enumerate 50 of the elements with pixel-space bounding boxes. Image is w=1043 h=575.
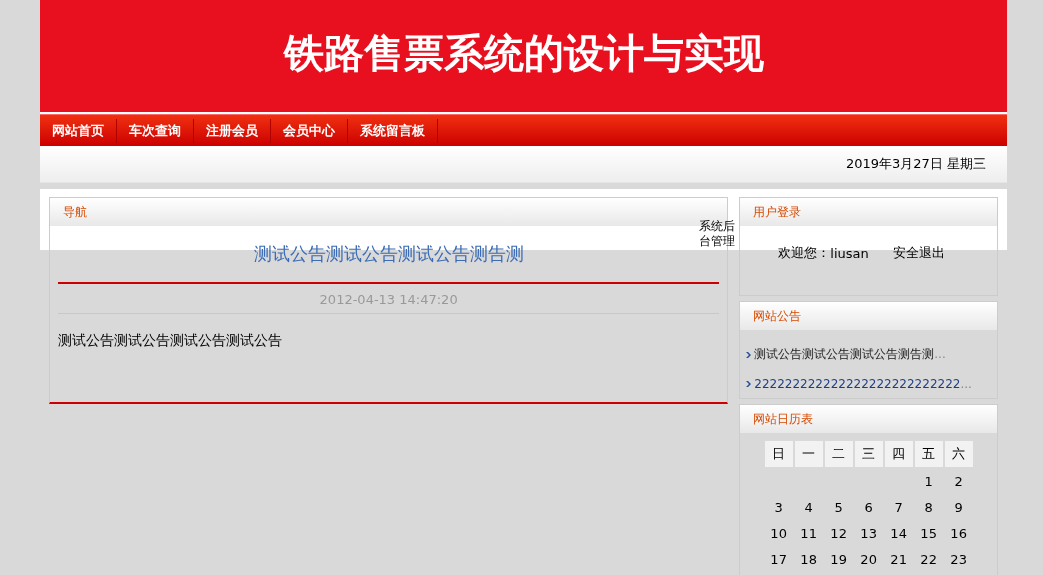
nav-link[interactable]: 车次查询 bbox=[117, 118, 194, 143]
weekday-header: 六 bbox=[944, 441, 973, 467]
panel-title: 导航 bbox=[63, 203, 87, 221]
username: liusan bbox=[830, 245, 869, 261]
calendar-day[interactable]: 3 bbox=[764, 495, 793, 519]
calendar-day[interactable]: 7 bbox=[884, 495, 913, 519]
calendar-day[interactable]: 17 bbox=[764, 547, 793, 571]
notice-link[interactable]: 222222222222222222222222222... bbox=[754, 376, 972, 391]
calendar-day[interactable]: 8 bbox=[914, 495, 943, 519]
calendar-day[interactable]: 9 bbox=[944, 495, 973, 519]
calendar-day[interactable]: 10 bbox=[764, 521, 793, 545]
weekday-header: 一 bbox=[794, 441, 823, 467]
weekday-header: 四 bbox=[884, 441, 913, 467]
site-title: 铁路售票系统的设计与实现 bbox=[283, 29, 764, 78]
calendar-day[interactable]: 19 bbox=[824, 547, 853, 571]
weekday-header: 五 bbox=[914, 441, 943, 467]
calendar-day[interactable]: 5 bbox=[824, 495, 853, 519]
nav-link[interactable]: 会员中心 bbox=[271, 118, 348, 143]
notice-body: 测试公告测试公告测试公告测试公告 bbox=[58, 332, 283, 350]
panel-title: 用户登录 bbox=[753, 203, 802, 221]
panel-title: 网站日历表 bbox=[753, 410, 814, 428]
nav-link[interactable]: 网站首页 bbox=[40, 118, 117, 143]
bullet-icon bbox=[746, 380, 752, 387]
calendar-day[interactable]: 4 bbox=[794, 495, 823, 519]
calendar-day[interactable]: 20 bbox=[854, 547, 883, 571]
panel-title: 网站公告 bbox=[753, 307, 802, 325]
bullet-icon bbox=[746, 351, 752, 358]
weekday-header: 日 bbox=[764, 441, 793, 467]
weekday-header: 三 bbox=[854, 441, 883, 467]
notice-time: 2012-04-13 14:47:20 bbox=[58, 284, 720, 314]
calendar-day[interactable]: 16 bbox=[944, 521, 973, 545]
notice-link[interactable]: 测试公告测试公告测试公告测告测... bbox=[754, 346, 946, 363]
calendar-day[interactable]: 14 bbox=[884, 521, 913, 545]
date-text: 2019年3月27日 星期三 bbox=[845, 155, 986, 173]
nav-link[interactable]: 系统留言板 bbox=[348, 118, 438, 143]
calendar-day[interactable]: 12 bbox=[824, 521, 853, 545]
calendar-day[interactable]: 18 bbox=[794, 547, 823, 571]
calendar-day[interactable]: 1 bbox=[914, 469, 943, 493]
weekday-header: 二 bbox=[824, 441, 853, 467]
calendar-day[interactable]: 11 bbox=[794, 521, 823, 545]
calendar-day[interactable]: 22 bbox=[914, 547, 943, 571]
logout-link[interactable]: 安全退出 bbox=[892, 244, 945, 262]
calendar-day[interactable]: 23 bbox=[944, 547, 973, 571]
calendar-day[interactable]: 6 bbox=[854, 495, 883, 519]
welcome-text: 欢迎您： bbox=[778, 244, 831, 262]
calendar-day[interactable]: 2 bbox=[944, 469, 973, 493]
calendar-day[interactable]: 15 bbox=[914, 521, 943, 545]
calendar-day[interactable]: 13 bbox=[854, 521, 883, 545]
nav-link[interactable]: 注册会员 bbox=[194, 118, 271, 143]
calendar-day[interactable]: 21 bbox=[884, 547, 913, 571]
